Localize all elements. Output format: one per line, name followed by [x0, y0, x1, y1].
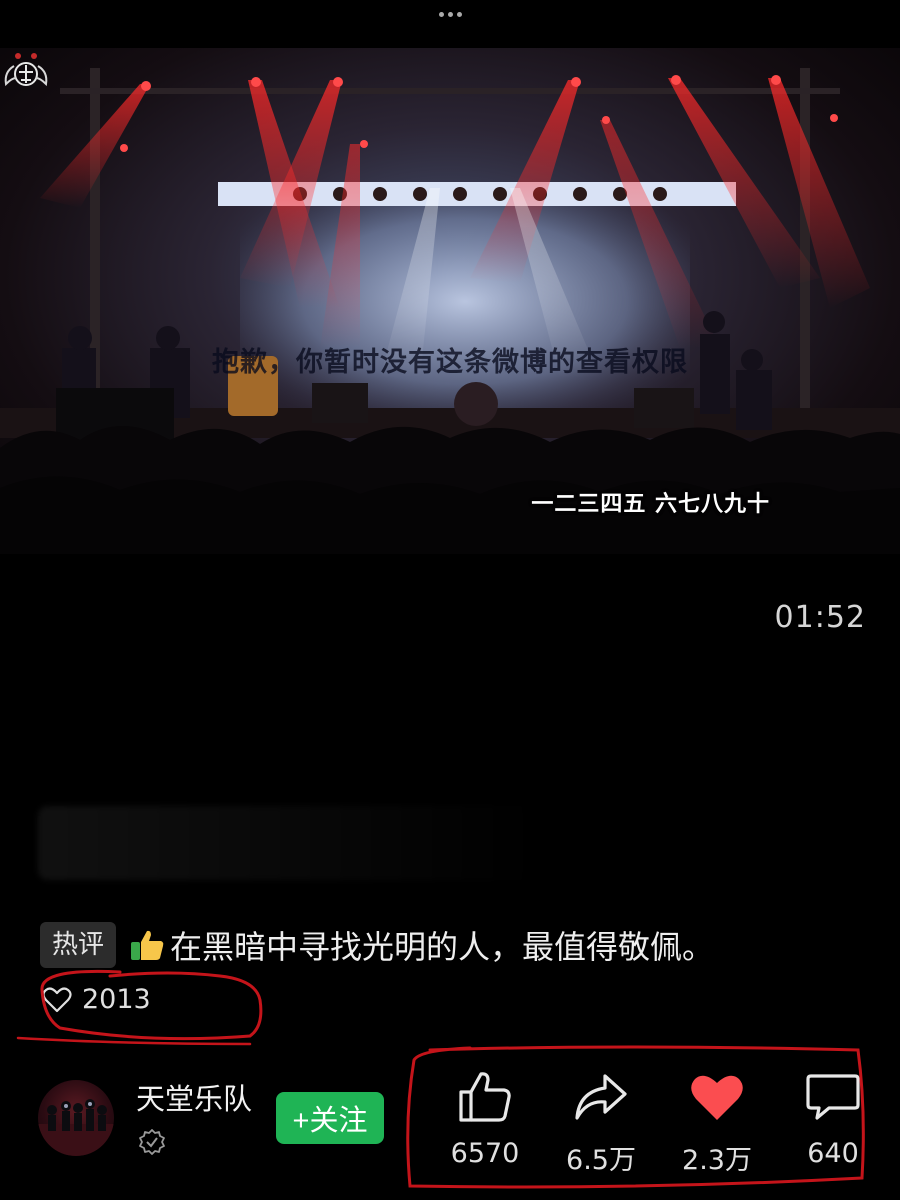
more-options-icon[interactable]: [430, 6, 470, 22]
share-button[interactable]: 6.5万: [546, 1070, 656, 1177]
faded-danmaku-bubble: [38, 806, 538, 880]
hot-comment-badge: 热评: [40, 922, 117, 968]
thumbs-up-emoji-icon: [131, 930, 164, 960]
heart-filled-icon: [691, 1075, 743, 1120]
like-count: 6570: [450, 1138, 520, 1169]
avatar-image: [38, 1099, 114, 1156]
thumbs-up-icon: [459, 1072, 511, 1122]
channel-logo: [4, 53, 48, 87]
stage-screen-text: 抱歉，你暂时没有这条微博的查看权限: [212, 347, 688, 378]
video-timestamp: 01:52: [774, 600, 866, 635]
page: 抱歉，你暂时没有这条微博的查看权限 一二三四五 六七八九十 01:52 热评 在…: [0, 0, 900, 1200]
favorite-count: 2.3万: [682, 1145, 752, 1176]
comment-bubble-icon: [806, 1074, 860, 1120]
share-count: 6.5万: [566, 1145, 636, 1176]
hot-comment-like[interactable]: 2013: [42, 984, 151, 1015]
share-arrow-icon: [575, 1074, 627, 1120]
hot-comment-like-count: 2013: [82, 984, 151, 1015]
comment-count: 640: [807, 1138, 859, 1169]
like-button[interactable]: 6570: [430, 1070, 540, 1169]
heart-outline-icon: [42, 986, 72, 1012]
hot-comment[interactable]: 热评 在黑暗中寻找光明的人，最值得敬佩。: [40, 922, 714, 968]
comment-button[interactable]: 640: [778, 1070, 888, 1169]
hot-comment-text: 在黑暗中寻找光明的人，最值得敬佩。: [170, 928, 715, 966]
video-player[interactable]: 抱歉，你暂时没有这条微博的查看权限 一二三四五 六七八九十: [0, 48, 900, 554]
favorite-button[interactable]: 2.3万: [662, 1070, 772, 1177]
author-avatar[interactable]: [38, 1080, 114, 1156]
author-name[interactable]: 天堂乐队: [136, 1076, 252, 1118]
verified-badge-icon: [139, 1129, 165, 1155]
video-subtitle: 一二三四五 六七八九十: [531, 492, 770, 517]
concert-scene: [0, 68, 900, 554]
follow-button[interactable]: +关注: [276, 1092, 384, 1144]
